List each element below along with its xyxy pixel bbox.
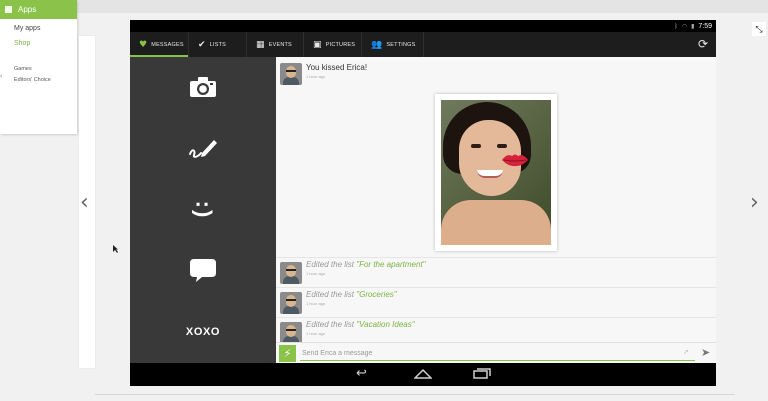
- emoticon-label: :): [191, 200, 216, 220]
- speech-bubble-icon: [190, 259, 216, 282]
- compose-bar: ⚡ ➚ ➤: [276, 342, 716, 363]
- tab-label: PICTURES: [325, 41, 356, 48]
- store-top-bar: [0, 0, 768, 13]
- wifi-icon: ◠: [681, 22, 688, 30]
- avatar[interactable]: [280, 63, 302, 85]
- pencil-scribble-icon: [189, 140, 217, 158]
- system-nav-bar: ↩: [130, 363, 716, 386]
- divider: [95, 394, 735, 395]
- back-icon[interactable]: ↩: [356, 366, 367, 381]
- draw-button[interactable]: [130, 119, 276, 179]
- send-icon[interactable]: ➤: [701, 346, 710, 359]
- status-time: 7:59: [698, 22, 712, 30]
- message-feed: You kissed Erica! 1 hour ago Edited the …: [276, 57, 716, 363]
- message-time: 1 hour ago: [306, 331, 326, 336]
- shop-link[interactable]: Shop: [14, 40, 30, 47]
- games-link[interactable]: Games: [14, 66, 32, 72]
- next-arrow-icon[interactable]: ›: [750, 190, 759, 215]
- avatar[interactable]: [280, 262, 302, 284]
- list-item: You kissed Erica! 1 hour ago: [276, 57, 716, 258]
- calendar-icon: ▦: [256, 39, 265, 50]
- edge-marker-icon: ‹: [0, 73, 3, 80]
- edit-message: Edited the list "For the apartment": [306, 260, 426, 269]
- tab-events[interactable]: ▦ EVENTS: [247, 32, 304, 57]
- camera-icon: [190, 77, 216, 97]
- photo-image: [441, 100, 551, 245]
- battery-icon: ▮: [691, 22, 695, 30]
- edit-message: Edited the list "Vacation Ideas": [306, 320, 415, 329]
- home-icon[interactable]: [414, 366, 432, 380]
- tab-pictures[interactable]: ▣ PICTURES: [304, 32, 362, 57]
- message-time: 1 hour ago: [306, 301, 326, 306]
- list-name-link[interactable]: "For the apartment": [356, 260, 425, 269]
- picture-icon: ▣: [313, 39, 322, 50]
- avatar[interactable]: [280, 322, 302, 344]
- heart-icon: ♥: [139, 39, 148, 50]
- people-icon: 👥: [371, 39, 383, 50]
- message-input[interactable]: [300, 346, 695, 361]
- tab-lists[interactable]: ✔ LISTS: [189, 32, 247, 57]
- emoticon-button[interactable]: :): [130, 180, 276, 240]
- status-bar: ᛒ ◠ ▮ 7:59: [130, 20, 716, 32]
- tab-label: SETTINGS: [386, 41, 416, 48]
- mouse-cursor-icon: [113, 245, 118, 253]
- previous-arrow-icon[interactable]: ‹: [80, 190, 89, 215]
- chat-button[interactable]: [130, 241, 276, 301]
- message-time: 1 hour ago: [306, 271, 326, 276]
- tools-sidebar: :) XOXO: [130, 57, 276, 363]
- refresh-icon[interactable]: ⟳: [698, 37, 708, 51]
- tab-settings[interactable]: 👥 SETTINGS: [362, 32, 424, 57]
- editors-choice-link[interactable]: Editors' Choice: [14, 77, 51, 83]
- edit-message: Edited the list "Groceries": [306, 290, 397, 299]
- my-apps-link[interactable]: My apps: [14, 25, 40, 32]
- kiss-photo[interactable]: [435, 94, 557, 251]
- collapse-icon[interactable]: ⤡: [752, 22, 766, 36]
- list-item: Edited the list "For the apartment" 1 ho…: [276, 258, 716, 288]
- list-name-link[interactable]: "Vacation Ideas": [356, 320, 414, 329]
- android-apps-icon: [5, 6, 12, 13]
- xoxo-label: XOXO: [185, 326, 221, 338]
- camera-button[interactable]: [130, 57, 276, 117]
- tab-label: MESSAGES: [151, 41, 184, 48]
- store-sidebar: Apps My apps Shop Games Editors' Choice: [0, 0, 77, 134]
- tab-label: LISTS: [209, 41, 227, 48]
- checkmark-icon: ✔: [198, 39, 206, 50]
- apps-tab[interactable]: Apps: [0, 0, 77, 19]
- message-title: You kissed Erica!: [306, 63, 368, 72]
- lips-icon: [502, 154, 528, 167]
- list-item: Edited the list "Groceries" 1 hour ago: [276, 288, 716, 318]
- apps-tab-label: Apps: [18, 5, 37, 14]
- edit-prefix: Edited the list: [306, 320, 357, 329]
- list-name-link[interactable]: "Groceries": [356, 290, 396, 299]
- avatar[interactable]: [280, 292, 302, 314]
- recent-apps-icon[interactable]: [473, 366, 491, 380]
- edit-prefix: Edited the list: [306, 290, 357, 299]
- tab-messages[interactable]: ♥ MESSAGES: [130, 32, 189, 57]
- lightning-icon[interactable]: ⚡: [279, 345, 296, 362]
- message-time: 1 hour ago: [306, 74, 326, 79]
- screen: Apps My apps Shop Games Editors' Choice …: [0, 0, 768, 401]
- tab-label: EVENTS: [268, 41, 292, 48]
- location-icon[interactable]: ➚: [683, 348, 689, 356]
- edit-prefix: Edited the list: [306, 260, 357, 269]
- bluetooth-icon: ᛒ: [674, 22, 678, 30]
- device-screenshot: ᛒ ◠ ▮ 7:59 ♥ MESSAGES ✔ LISTS ▦ EVENTS ▣…: [130, 20, 716, 386]
- app-nav-bar: ♥ MESSAGES ✔ LISTS ▦ EVENTS ▣ PICTURES 👥…: [130, 32, 716, 57]
- xoxo-button[interactable]: XOXO: [130, 302, 276, 362]
